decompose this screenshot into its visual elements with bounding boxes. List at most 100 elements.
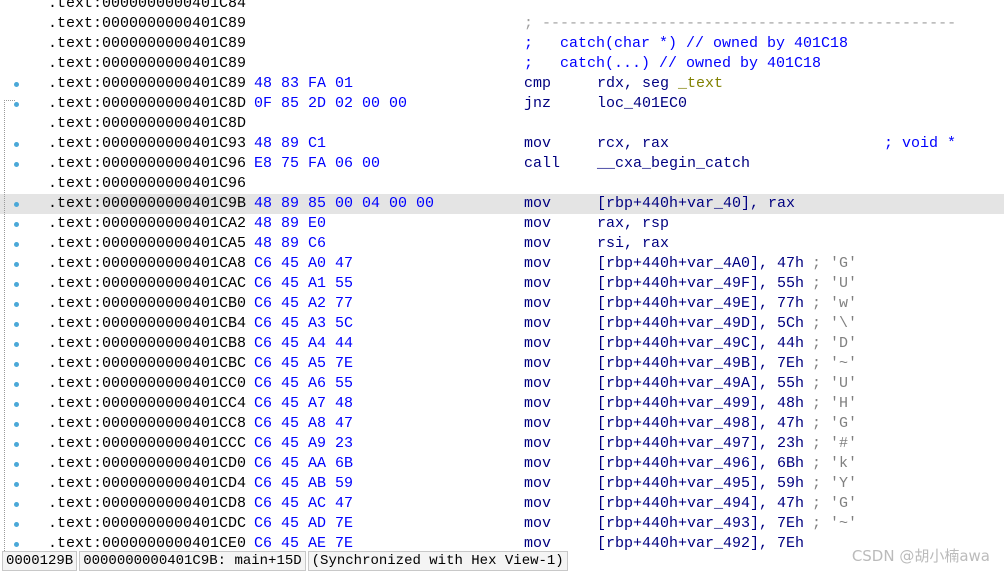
instruction-mnemonic: mov: [524, 495, 552, 512]
line-address: .text:0000000000401C8D: [48, 115, 247, 132]
char-comment: ; 'D': [812, 335, 858, 352]
instruction-mnemonic: mov: [524, 375, 552, 392]
listing-line[interactable]: .text:0000000000401CA5 48 89 C6 mov rsi, ra…: [0, 234, 1004, 254]
line-address: .text:0000000000401C96: [48, 175, 247, 192]
line-address: .text:0000000000401CCC: [48, 435, 247, 452]
instruction-mnemonic: mov: [524, 255, 552, 272]
instruction-operands[interactable]: [rbp+440h+var_49B], 7Eh: [597, 354, 804, 374]
segment-name[interactable]: _text: [678, 75, 723, 92]
listing-line[interactable]: .text:0000000000401CA8 C6 45 A0 47 mov [rbp…: [0, 254, 1004, 274]
listing-line[interactable]: .text:0000000000401C89 ; ----------------…: [0, 14, 1004, 34]
listing-line[interactable]: .text:0000000000401CD0 C6 45 AA 6B mov [rbp…: [0, 454, 1004, 474]
breakpoint-marker-icon[interactable]: [14, 82, 19, 87]
instruction-operands[interactable]: rcx, rax: [597, 134, 669, 154]
line-address: .text:0000000000401CA8: [48, 255, 247, 272]
listing-line[interactable]: .text:0000000000401CD8 C6 45 AC 47 mov [rbp…: [0, 494, 1004, 514]
instruction-operands[interactable]: [rbp+440h+var_49F], 55h: [597, 274, 804, 294]
line-address: .text:0000000000401CB4: [48, 315, 247, 332]
listing-line[interactable]: .text:0000000000401C93 48 89 C1 mov rcx, ra…: [0, 134, 1004, 154]
char-comment: ; '~': [812, 355, 858, 372]
instruction-mnemonic: mov: [524, 435, 552, 452]
instruction-operands[interactable]: rsi, rax: [597, 234, 669, 254]
opcode-bytes: C6 45 A3 5C: [254, 315, 354, 332]
opcode-bytes: 48 89 85 00 04 00 00: [254, 195, 435, 212]
listing-line[interactable]: .text:0000000000401CAC C6 45 A1 55 mov [rbp…: [0, 274, 1004, 294]
instruction-mnemonic: mov: [524, 475, 552, 492]
char-comment: ; 'H': [812, 395, 858, 412]
opcode-bytes: C6 45 A4 44: [254, 335, 354, 352]
char-comment: ; '\': [812, 315, 858, 332]
listing-line[interactable]: .text:0000000000401CDC C6 45 AD 7E mov [rbp…: [0, 514, 1004, 534]
instruction-mnemonic: mov: [524, 195, 552, 212]
instruction-operands[interactable]: [rbp+440h+var_493], 7Eh: [597, 514, 804, 534]
listing-line[interactable]: .text:0000000000401CB4 C6 45 A3 5C mov [rbp…: [0, 314, 1004, 334]
instruction-operands[interactable]: [rbp+440h+var_496], 6Bh: [597, 454, 804, 474]
listing-line[interactable]: .text:0000000000401CCC C6 45 A9 23 mov [rbp…: [0, 434, 1004, 454]
instruction-operands[interactable]: [rbp+440h+var_497], 23h: [597, 434, 804, 454]
instruction-mnemonic: call: [524, 155, 561, 172]
instruction-operands[interactable]: [rbp+440h+var_49E], 77h: [597, 294, 804, 314]
instruction-operands[interactable]: rax, rsp: [597, 214, 669, 234]
listing-line[interactable]: .text:0000000000401CC8 C6 45 A8 47 mov [rbp…: [0, 414, 1004, 434]
instruction-operands[interactable]: [rbp+440h+var_498], 47h: [597, 414, 804, 434]
listing-line[interactable]: .text:0000000000401CA2 48 89 E0 mov rax, rs…: [0, 214, 1004, 234]
listing-line[interactable]: .text:0000000000401C89 ; catch(char *) //…: [0, 34, 1004, 54]
listing-line[interactable]: .text:0000000000401CC0 C6 45 A6 55 mov [rbp…: [0, 374, 1004, 394]
listing-line[interactable]: .text:0000000000401CB8 C6 45 A4 44 mov [rbp…: [0, 334, 1004, 354]
line-address: .text:0000000000401CD4: [48, 475, 247, 492]
line-address: .text:0000000000401CD0: [48, 455, 247, 472]
opcode-bytes: 48 89 C1: [254, 135, 327, 152]
instruction-operands[interactable]: [rbp+440h+var_494], 47h: [597, 494, 804, 514]
opcode-bytes: C6 45 A6 55: [254, 375, 354, 392]
listing-line[interactable]: .text:0000000000401CB0 C6 45 A2 77 mov [rbp…: [0, 294, 1004, 314]
opcode-bytes: C6 45 A7 48: [254, 395, 354, 412]
instruction-mnemonic: cmp: [524, 75, 552, 92]
instruction-operands[interactable]: loc_401EC0: [597, 94, 687, 114]
listing-line[interactable]: .text:0000000000401C8D: [0, 114, 1004, 134]
listing-line[interactable]: .text:0000000000401C84: [0, 0, 1004, 14]
char-comment: ; 'U': [812, 375, 858, 392]
instruction-mnemonic: mov: [524, 515, 552, 532]
listing-line[interactable]: .text:0000000000401C89 48 83 FA 01 cmp rdx,…: [0, 74, 1004, 94]
listing-line[interactable]: .text:0000000000401C9B 48 89 85 00 04 00 …: [0, 194, 1004, 214]
opcode-bytes: C6 45 A8 47: [254, 415, 354, 432]
instruction-mnemonic: mov: [524, 335, 552, 352]
char-comment: ; 'w': [812, 295, 858, 312]
catch-comment: ; catch(...) // owned by 401C18: [524, 55, 822, 72]
instruction-operands[interactable]: __cxa_begin_catch: [597, 154, 750, 174]
instruction-operands[interactable]: [rbp+440h+var_49C], 44h: [597, 334, 804, 354]
operand-text: [rbp+440h+var_499], 48h: [597, 395, 805, 412]
listing-line[interactable]: .text:0000000000401CBC C6 45 A5 7E mov [rbp…: [0, 354, 1004, 374]
instruction-mnemonic: mov: [524, 355, 552, 372]
instruction-operands[interactable]: rdx, seg _text: [597, 74, 723, 94]
instruction-operands[interactable]: [rbp+440h+var_49D], 5Ch: [597, 314, 804, 334]
line-address: .text:0000000000401C93: [48, 135, 247, 152]
operand-text: [rbp+440h+var_40], rax: [597, 195, 796, 212]
operand-text: [rbp+440h+var_496], 6Bh: [597, 455, 805, 472]
listing-line[interactable]: .text:0000000000401C8D 0F 85 2D 02 00 00 j…: [0, 94, 1004, 114]
operand-text: [rbp+440h+var_497], 23h: [597, 435, 805, 452]
instruction-operands[interactable]: [rbp+440h+var_499], 48h: [597, 394, 804, 414]
opcode-bytes: C6 45 A0 47: [254, 255, 354, 272]
instruction-mnemonic: mov: [524, 235, 552, 252]
line-address: .text:0000000000401C89: [48, 55, 247, 72]
listing-line[interactable]: .text:0000000000401CC4 C6 45 A7 48 mov [rbp…: [0, 394, 1004, 414]
instruction-operands[interactable]: [rbp+440h+var_49A], 55h: [597, 374, 804, 394]
listing-line[interactable]: .text:0000000000401CD4 C6 45 AB 59 mov [rbp…: [0, 474, 1004, 494]
listing-line[interactable]: .text:0000000000401C89 ; catch(...) // ow…: [0, 54, 1004, 74]
listing-line[interactable]: .text:0000000000401C96 E8 75 FA 06 00 call…: [0, 154, 1004, 174]
opcode-bytes: 48 89 C6: [254, 235, 327, 252]
instruction-operands[interactable]: [rbp+440h+var_4A0], 47h: [597, 254, 804, 274]
operand-text: [rbp+440h+var_494], 47h: [597, 495, 805, 512]
char-comment: ; '#': [812, 435, 858, 452]
operand-text: [rbp+440h+var_49E], 77h: [597, 295, 805, 312]
instruction-operands[interactable]: [rbp+440h+var_40], rax: [597, 194, 795, 214]
instruction-operands[interactable]: [rbp+440h+var_495], 59h: [597, 474, 804, 494]
line-address: .text:0000000000401C9B: [48, 195, 247, 212]
operand-text: [rbp+440h+var_49F], 55h: [597, 275, 805, 292]
opcode-bytes: C6 45 AB 59: [254, 475, 354, 492]
disassembly-listing[interactable]: .text:0000000000401C84 .text:000000000040…: [0, 0, 1004, 554]
listing-line[interactable]: .text:0000000000401C96: [0, 174, 1004, 194]
instruction-mnemonic: mov: [524, 395, 552, 412]
opcode-bytes: 48 89 E0: [254, 215, 327, 232]
